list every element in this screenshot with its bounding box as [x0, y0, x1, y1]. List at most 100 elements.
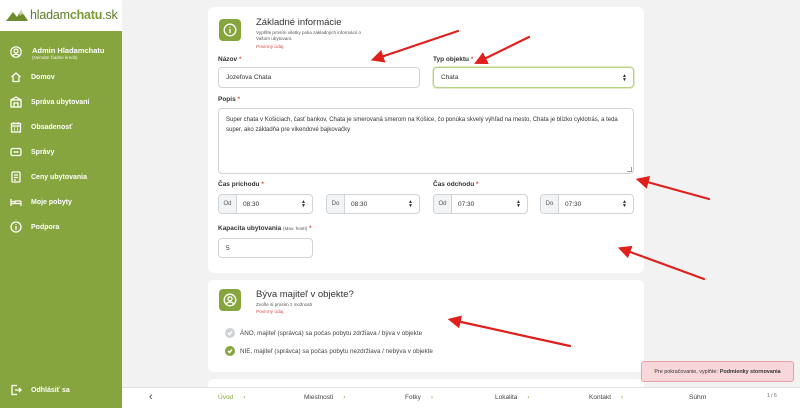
owner-option-no[interactable]: NIE, majiteľ (správca) sa počas pobytu n…: [225, 346, 433, 356]
typ-label-text: Typ objektu: [433, 56, 469, 63]
select-arrows-icon: ▲ ▼: [516, 199, 521, 209]
od-prefix: Od: [219, 195, 237, 213]
logo-text-2: chatu: [69, 8, 103, 22]
chevron-right-icon: ›: [621, 394, 624, 401]
od-prefix: Od: [434, 195, 452, 213]
required-note: Povinný údaj: [256, 45, 284, 50]
prichod-od-value: 08:30: [243, 200, 260, 208]
step-kontakt[interactable]: Kontakt ›: [589, 394, 623, 401]
sidebar-item-obsadenost[interactable]: Obsadenosť: [10, 121, 72, 133]
logout-icon: [10, 384, 22, 396]
typ-select-value: Chata: [441, 74, 459, 81]
basic-info-card: Základné informácie Vyplňte prosím všetk…: [208, 7, 644, 273]
required-star: *: [470, 56, 474, 63]
info-header-icon: [219, 19, 241, 41]
odchod-do-select[interactable]: Do 07:30 ▲ ▼: [540, 194, 634, 214]
odchod-label-text: Čas odchodu: [433, 181, 475, 188]
odchod-od-value: 07:30: [458, 200, 475, 208]
step-uvod[interactable]: Úvod ›: [218, 394, 245, 401]
sidebar-label-logout: Odhlásiť sa: [31, 386, 70, 394]
section-subtitle-2: Vašom ubytovaní.: [256, 36, 293, 41]
sidebar-item-pobyty[interactable]: Moje pobyty: [10, 196, 72, 208]
owner-header-icon: [219, 289, 241, 311]
radio-checked-icon: [225, 346, 235, 356]
wizard-stepper: ‹ Úvod › Miestnosti › Fotky › Lokalita › Kon…: [122, 387, 800, 408]
toast-text: Pre pokračovanie, vyplňte:: [654, 368, 718, 375]
step-uvod-label: Úvod: [218, 394, 234, 401]
page-indicator: 1 / 6: [767, 393, 777, 399]
step-miestnosti[interactable]: Miestnosti ›: [304, 394, 345, 401]
home-icon: [10, 71, 22, 83]
building-icon: [10, 96, 22, 108]
do-prefix: Do: [327, 195, 345, 213]
popis-textarea[interactable]: Super chata v Košiciach, časť bankov, Ch…: [218, 108, 634, 174]
sidebar-item-spravy[interactable]: Správy: [10, 146, 54, 158]
owner-option-yes-label: ÁNO, majiteľ (správca) sa počas pobytu z…: [240, 329, 423, 337]
step-suhrn-label: Súhrn: [689, 394, 707, 401]
owner-section-subtitle: Zvoľte si prosím z možností: [256, 302, 313, 307]
sidebar-label-spravy: Správy: [31, 148, 55, 156]
sidebar: hladamchatu.sk Admin Hladamchatu (Nemáte…: [0, 0, 122, 408]
odchod-do-value: 07:30: [565, 200, 582, 208]
owner-option-yes[interactable]: ÁNO, majiteľ (správca) sa počas pobytu z…: [225, 328, 422, 338]
owner-section-title: Býva majiteľ v objekte?: [256, 289, 354, 300]
select-arrows-icon: ▲ ▼: [622, 72, 627, 83]
odchod-od-select[interactable]: Od 07:30 ▲ ▼: [433, 194, 528, 214]
chevron-right-icon: ›: [243, 394, 246, 401]
chevron-right-icon: ›: [430, 394, 434, 401]
sidebar-nav: Admin Hladamchatu (Nemáte žiadne kredit)…: [0, 31, 122, 408]
mountain-logo-icon: [6, 10, 28, 21]
sidebar-item-sprava[interactable]: Správa ubytovaní: [10, 96, 89, 108]
step-miestnosti-label: Miestnosti: [304, 394, 334, 401]
prichod-od-select[interactable]: Od 08:30 ▲ ▼: [218, 194, 313, 214]
kapacita-label-text: Kapacita ubytovania: [218, 225, 282, 232]
message-icon: [10, 146, 22, 158]
select-arrows-icon: ▲ ▼: [408, 199, 413, 209]
owner-card: Býva majiteľ v objekte? Zvoľte si prosím…: [208, 280, 644, 372]
user-name: Admin Hladamchatu: [32, 46, 105, 55]
price-tag-icon: [10, 171, 22, 183]
sidebar-item-domov[interactable]: Domov: [10, 71, 55, 83]
kapacita-input[interactable]: 5: [218, 238, 313, 258]
kapacita-label: Kapacita ubytovania (Max. hostí) *: [218, 225, 312, 232]
popis-text: Super chata v Košiciach, časť bankov, Ch…: [226, 117, 618, 133]
typ-select[interactable]: Chata ▲ ▼: [433, 67, 634, 88]
toast-strong: Podmienky stornovania: [719, 368, 781, 375]
sidebar-label-pobyty: Moje pobyty: [31, 198, 72, 206]
sidebar-item-logout[interactable]: Odhlásiť sa: [10, 384, 70, 396]
required-star: *: [238, 56, 242, 63]
prichod-do-value: 08:30: [351, 200, 368, 208]
bed-icon: [10, 196, 22, 208]
prichod-do-select[interactable]: Do 08:30 ▲ ▼: [326, 194, 420, 214]
chevron-right-icon: ›: [527, 394, 530, 401]
step-suhrn[interactable]: Súhrn: [689, 394, 706, 401]
logo-text-1: hladam: [30, 8, 70, 22]
sidebar-label-domov: Domov: [31, 73, 55, 81]
user-profile[interactable]: Admin Hladamchatu (Nemáte žiadne kredit): [10, 46, 105, 61]
owner-option-no-label: NIE, majiteľ (správca) sa počas pobytu n…: [240, 347, 433, 355]
step-fotky[interactable]: Fotky ›: [405, 394, 433, 401]
sidebar-label-podpora: Podpora: [31, 223, 60, 231]
validation-toast[interactable]: Pre pokračovanie, vyplňte: Podmienky sto…: [641, 361, 794, 382]
step-lokalita[interactable]: Lokalita ›: [495, 394, 530, 401]
logo[interactable]: hladamchatu.sk: [6, 7, 118, 23]
kapacita-hint: (Max. hostí): [283, 226, 308, 231]
typ-label: Typ objektu *: [433, 56, 473, 63]
popis-label-text: Popis: [218, 96, 236, 103]
popis-label: Popis *: [218, 96, 240, 103]
select-arrows-icon: ▲ ▼: [301, 199, 306, 209]
nazov-input[interactable]: Jozefova Chata: [218, 67, 420, 88]
required-star: *: [309, 225, 312, 232]
calendar-icon: [10, 121, 22, 133]
required-star: *: [475, 181, 479, 188]
odchod-label: Čas odchodu *: [433, 181, 479, 188]
step-lokalita-label: Lokalita: [495, 394, 518, 401]
required-star: *: [261, 181, 264, 188]
chevron-right-icon: ›: [343, 394, 346, 401]
prichod-label: Čas príchodu *: [218, 181, 264, 188]
nazov-label-text: Názov: [218, 56, 238, 63]
sidebar-item-podpora[interactable]: Podpora: [10, 221, 59, 233]
resize-handle[interactable]: [627, 167, 632, 172]
back-button[interactable]: ‹: [149, 391, 153, 403]
sidebar-item-ceny[interactable]: Ceny ubytovania: [10, 171, 87, 183]
